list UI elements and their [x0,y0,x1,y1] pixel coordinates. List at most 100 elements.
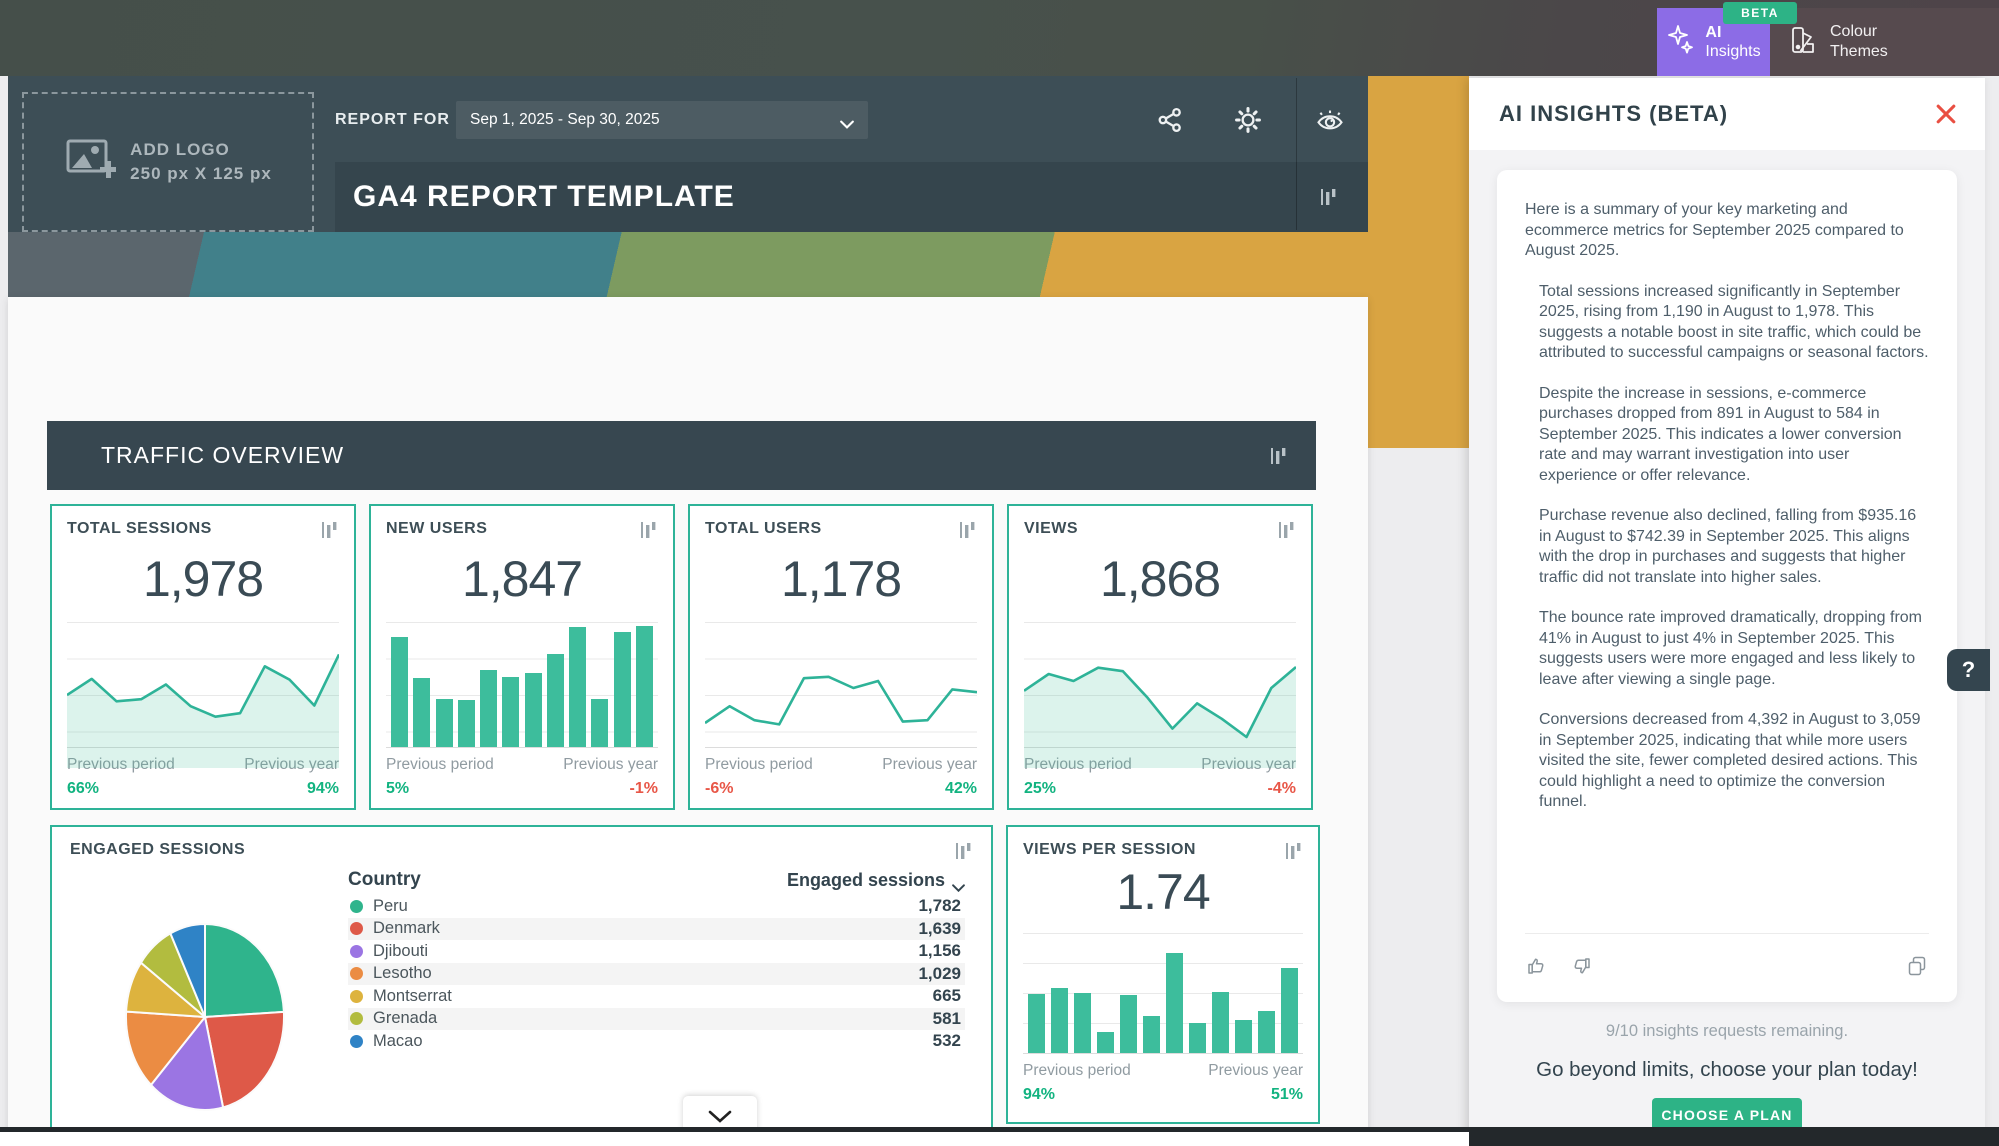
viewport-bottom-margin [0,1132,1469,1146]
ai-paragraph: Purchase revenue also declined, falling … [1539,506,1929,588]
metric-card-total_sessions: TOTAL SESSIONS1,978Previous periodPrevio… [50,504,356,810]
prev-period-label: Previous period [386,756,494,774]
table-row: Grenada581 [348,1008,965,1031]
widget-menu-icon[interactable] [638,520,658,540]
engaged-sessions-card: ENGAGED SESSIONS Country Engaged session… [50,825,993,1146]
engaged-sessions-value: 665 [933,986,961,1006]
chevron-down-icon [840,116,854,125]
colour-themes-button[interactable]: Colour Themes [1770,8,1999,76]
add-logo-dropzone[interactable]: ADD LOGO 250 px X 125 px [22,92,314,232]
report-title: GA4 REPORT TEMPLATE [335,180,735,214]
prev-period-value: 66% [67,780,99,798]
bar [436,699,453,747]
app-window: AI Insights BETA Colour Themes [0,0,1999,1146]
widget-menu-icon[interactable] [953,841,973,861]
bar [1281,968,1298,1053]
copy-icon[interactable] [1905,954,1929,978]
bar [1097,1032,1114,1053]
ai-paragraph: Total sessions increased significantly i… [1539,282,1929,364]
engaged-sessions-table: Country Engaged sessions Peru 1,782 Denmar… [348,865,965,1053]
thumbs-down-icon[interactable] [1569,954,1593,978]
viewport-bottom-edge-right [1469,1132,1999,1146]
card-title: VIEWS PER SESSION [1023,841,1196,859]
beta-badge: BETA [1723,2,1797,24]
widget-menu-icon[interactable] [957,520,977,540]
ai-paragraph: The bounce rate improved dramatically, d… [1539,608,1929,690]
report-for-label: REPORT FOR [335,76,450,164]
bar [1258,1011,1275,1053]
prev-year-label: Previous year [563,756,658,774]
close-icon[interactable] [1933,101,1959,127]
sort-chevron-icon [952,876,965,884]
metric-sparkline [386,622,658,748]
engaged-sessions-value: 1,639 [918,919,961,939]
bar [1074,993,1091,1053]
metric-value: 1.74 [1023,863,1303,919]
ai-panel-header: AI INSIGHTS (BETA) [1469,78,1985,150]
prev-year-value: -1% [630,780,658,798]
preview-eye-button[interactable] [1308,98,1352,142]
legend-dot [350,900,363,913]
ai-insights-label-1: AI [1705,23,1760,42]
widget-menu-icon[interactable] [319,520,339,540]
ai-feedback-row [1525,933,1929,986]
widget-menu-icon[interactable] [1268,446,1288,466]
bar [1051,988,1068,1053]
country-name: Peru [373,897,408,916]
bar [413,678,430,747]
ai-paragraph: Despite the increase in sessions, e-comm… [1539,384,1929,487]
metric-value: 1,847 [386,550,658,608]
legend-dot [350,945,363,958]
colour-themes-label-2: Themes [1830,42,1888,62]
views-per-session-bar-chart [1023,933,1303,1054]
prev-period-value: 5% [386,780,409,798]
column-header-country: Country [348,869,421,891]
engaged-sessions-value: 1,156 [918,941,961,961]
prev-period-value: 25% [1024,780,1056,798]
traffic-overview-section-header: TRAFFIC OVERVIEW [47,421,1316,490]
section-title: TRAFFIC OVERVIEW [47,442,344,469]
share-button[interactable] [1148,98,1192,142]
ai-panel-title: AI INSIGHTS (BETA) [1499,101,1728,127]
metric-sparkline [1024,622,1296,748]
country-name: Lesotho [373,964,432,983]
country-name: Montserrat [373,987,452,1006]
bar [1166,953,1183,1053]
card-title: VIEWS [1024,520,1078,538]
bar [547,654,564,747]
widget-menu-icon[interactable] [1283,841,1303,861]
bar [591,699,608,747]
legend-dot [350,922,363,935]
bar [1212,992,1229,1053]
column-header-engaged-sessions[interactable]: Engaged sessions [787,870,965,891]
prev-period-label: Previous period [1023,1062,1131,1080]
country-name: Denmark [373,919,440,938]
views-per-session-card: VIEWS PER SESSION 1.74 Previous period P… [1006,825,1320,1124]
widget-menu-icon[interactable] [1318,187,1338,207]
country-name: Grenada [373,1009,437,1028]
sparkles-icon [1666,24,1696,61]
table-row: Montserrat 665 [348,985,965,1008]
thumbs-up-icon[interactable] [1525,954,1549,978]
metric-card-total_users: TOTAL USERS1,178Previous periodPrevious … [688,504,994,810]
help-button[interactable]: ? [1947,649,1990,691]
metric-sparkline [705,622,977,748]
report-title-bar: GA4 REPORT TEMPLATE [335,162,1368,232]
bar [1028,994,1045,1053]
settings-gear-button[interactable] [1226,98,1270,142]
widget-menu-icon[interactable] [1276,520,1296,540]
table-row: Djibouti1,156 [348,940,965,963]
engaged-sessions-value: 1,782 [918,896,961,916]
colour-themes-label-1: Colour [1830,22,1888,42]
bar [502,677,519,747]
prev-year-value: 94% [307,780,339,798]
date-range-select[interactable]: Sep 1, 2025 - Sep 30, 2025 [456,101,868,139]
ai-paragraph: Here is a summary of your key marketing … [1525,200,1929,262]
prev-year-value: 42% [945,780,977,798]
add-logo-label: ADD LOGO [130,138,272,162]
card-title: TOTAL SESSIONS [67,520,212,538]
bar [391,637,408,747]
date-range-value: Sep 1, 2025 - Sep 30, 2025 [470,111,660,129]
engaged-sessions-pie-chart [122,919,288,1115]
legend-dot [350,1035,363,1048]
